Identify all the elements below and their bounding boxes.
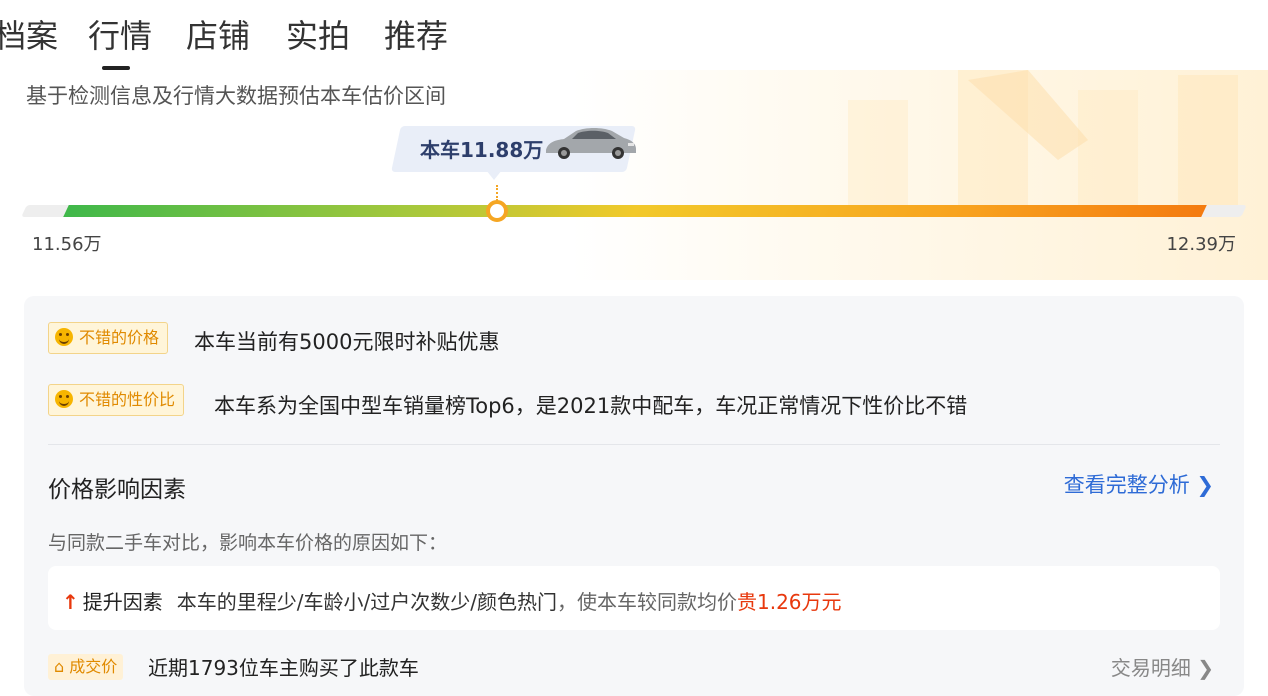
positive-factor-label: 提升因素 bbox=[82, 590, 163, 614]
factors-description: 与同款二手车对比，影响本车价格的原因如下： bbox=[48, 532, 448, 554]
good-price-badge: 不错的价格 bbox=[48, 322, 169, 354]
car-price-marker bbox=[486, 200, 508, 222]
price-bar-gradient bbox=[63, 205, 1207, 217]
deal-detail-link[interactable]: 交易明细 ❯ bbox=[1111, 652, 1214, 681]
car-price-label: 本车11.88万 bbox=[420, 138, 544, 162]
deal-summary: 近期1793位车主购买了此款车 bbox=[148, 656, 419, 680]
price-range-low: 11.56万 bbox=[32, 234, 102, 255]
analysis-panel bbox=[24, 296, 1244, 696]
car-icon bbox=[546, 128, 636, 159]
positive-factor-row: ↑ 提升因素 本车的里程少/车龄小/过户次数少/颜色热门，使本车较同款均价贵1.26… bbox=[62, 586, 842, 615]
marker-dotted-line bbox=[496, 185, 500, 201]
good-price-badge-label: 不错的价格 bbox=[79, 328, 160, 347]
smile-icon bbox=[55, 328, 73, 346]
tab-archive[interactable]: 档案 bbox=[0, 10, 58, 62]
smile-icon bbox=[55, 390, 73, 408]
price-range-high: 12.39万 bbox=[1166, 234, 1236, 255]
factors-title: 价格影响因素 bbox=[48, 477, 186, 503]
chevron-right-icon: ❯ bbox=[1196, 473, 1214, 497]
positive-factor-amount: 贵1.26万元 bbox=[736, 590, 842, 614]
chevron-right-icon: ❯ bbox=[1197, 656, 1214, 680]
tab-market[interactable]: 行情 bbox=[88, 10, 152, 62]
full-analysis-label: 查看完整分析 bbox=[1063, 473, 1190, 497]
tag-pointer bbox=[486, 170, 502, 180]
positive-factor-reasons: 本车的里程少/车龄小/过户次数少/颜色热门 bbox=[176, 590, 557, 614]
estimate-subtitle: 基于检测信息及行情大数据预估本车估价区间 bbox=[26, 84, 446, 108]
chart-decoration-icon bbox=[848, 70, 1238, 210]
tab-photos[interactable]: 实拍 bbox=[286, 10, 350, 62]
lock-icon: ⌂ bbox=[54, 657, 70, 676]
deal-price-badge-label: 成交价 bbox=[69, 657, 118, 676]
tab-recommend[interactable]: 推荐 bbox=[384, 10, 448, 62]
good-value-badge: 不错的性价比 bbox=[48, 384, 185, 416]
positive-factor-comparison: ，使本车较同款均价 bbox=[556, 590, 737, 614]
deal-detail-label: 交易明细 bbox=[1110, 656, 1191, 680]
panel-divider bbox=[48, 444, 1220, 445]
tab-store[interactable]: 店铺 bbox=[186, 10, 250, 62]
price-range-section: 基于检测信息及行情大数据预估本车估价区间 本车11.88万 11.56万 12.… bbox=[0, 70, 1268, 280]
full-analysis-link[interactable]: 查看完整分析 ❯ bbox=[1064, 469, 1214, 499]
arrow-up-icon: ↑ bbox=[62, 590, 79, 614]
highlight-subsidy: 本车当前有5000元限时补贴优惠 bbox=[194, 330, 500, 354]
highlight-value: 本车系为全国中型车销量榜Top6，是2021款中配车，车况正常情况下性价比不错 bbox=[214, 394, 968, 418]
deal-price-badge: ⌂ 成交价 bbox=[48, 654, 124, 680]
good-value-badge-label: 不错的性价比 bbox=[79, 390, 176, 409]
